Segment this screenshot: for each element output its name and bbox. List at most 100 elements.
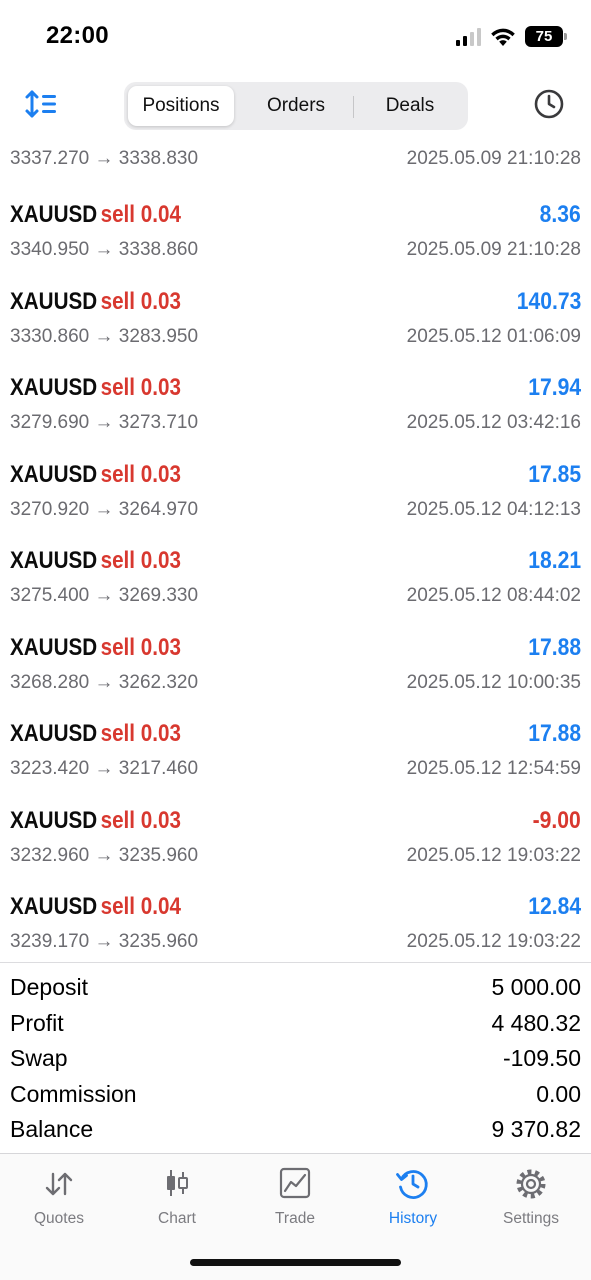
list-item[interactable]: 3337.270 → 3338.830 2025.05.09 21:10:28: [0, 138, 591, 182]
deal-title: XAUUSD sell 0.04: [10, 893, 181, 921]
deal-volume: 0.03: [140, 287, 181, 315]
summary-value: 0.00: [536, 1080, 581, 1107]
deal-time: 2025.05.12 01:06:09: [406, 325, 581, 347]
list-item[interactable]: XAUUSD sell 0.03 -9.00 3232.960 → 3235.96…: [0, 793, 591, 879]
deal-profit: 17.94: [528, 374, 581, 401]
deal-volume: 0.04: [140, 201, 181, 228]
list-item[interactable]: XAUUSD sell 0.04 8.36 3340.950 → 3338.860…: [0, 187, 591, 273]
deal-type: sell: [100, 460, 136, 488]
home-indicator: [190, 1259, 401, 1266]
summary-value: 5 000.00: [491, 974, 581, 1000]
list-item[interactable]: XAUUSD sell 0.03 140.73 3330.860 → 3283.9…: [0, 274, 591, 360]
tab-label: History: [388, 1210, 438, 1227]
deal-type: sell: [100, 720, 136, 747]
deal-profit: 8.36: [539, 201, 581, 228]
tab-positions[interactable]: Positions: [128, 86, 234, 126]
deal-symbol: XAUUSD: [10, 287, 98, 315]
deal-profit: 18.21: [528, 547, 581, 574]
tab-quotes[interactable]: Quotes: [0, 1166, 118, 1230]
battery-level: 75: [535, 28, 553, 45]
deal-profit: 17.85: [528, 460, 581, 488]
deal-symbol: XAUUSD: [10, 374, 98, 401]
deal-time: 2025.05.12 19:03:22: [406, 931, 581, 952]
deal-title: XAUUSD sell 0.03: [10, 634, 181, 662]
tab-deals[interactable]: Deals: [355, 86, 465, 126]
list-item[interactable]: XAUUSD sell 0.03 18.21 3275.400 → 3269.33…: [0, 533, 591, 619]
deal-type: sell: [100, 633, 136, 661]
history-toolbar: Positions Orders Deals: [0, 78, 591, 134]
deal-time: 2025.05.09 21:10:28: [406, 148, 581, 169]
deal-profit: 17.88: [528, 720, 581, 747]
deal-title: XAUUSD sell 0.03: [10, 288, 181, 316]
summary-value: 4 480.32: [491, 1009, 581, 1036]
battery-icon: 75: [525, 26, 567, 47]
list-item[interactable]: XAUUSD sell 0.03 17.88 3223.420 → 3217.46…: [0, 706, 591, 792]
list-item[interactable]: XAUUSD sell 0.04 12.84 3239.170 → 3235.96…: [0, 879, 591, 962]
deal-title: XAUUSD sell 0.03: [10, 547, 181, 575]
deal-prices: 3268.280 → 3262.320: [10, 671, 199, 693]
deal-prices: 3270.920 → 3264.970: [10, 498, 199, 520]
tab-orders[interactable]: Orders: [240, 86, 352, 126]
tab-history[interactable]: History: [354, 1166, 472, 1230]
settings-icon: [516, 1169, 546, 1199]
deal-type: sell: [100, 201, 136, 228]
summary-commission: Commission 0.00: [0, 1077, 591, 1113]
sort-icon[interactable]: [24, 88, 60, 120]
trade-icon: [279, 1167, 311, 1199]
deal-volume: 0.03: [140, 460, 181, 488]
quotes-icon: [45, 1172, 73, 1196]
deal-symbol: XAUUSD: [10, 547, 98, 574]
tab-label: Quotes: [34, 1210, 84, 1227]
summary-profit: Profit 4 480.32: [0, 1006, 591, 1042]
signal-icon: [456, 27, 481, 46]
deal-symbol: XAUUSD: [10, 893, 98, 920]
deal-type: sell: [100, 547, 136, 574]
deal-prices: 3232.960 → 3235.960: [10, 844, 199, 866]
tab-chart[interactable]: Chart: [118, 1166, 236, 1230]
deal-prices: 3275.400 → 3269.330: [10, 585, 199, 606]
summary-divider: [0, 962, 591, 963]
wifi-icon: [491, 28, 515, 46]
deal-time: 2025.05.12 08:44:02: [406, 585, 581, 606]
deal-time: 2025.05.12 04:12:13: [406, 498, 581, 520]
list-item[interactable]: XAUUSD sell 0.03 17.85 3270.920 → 3264.97…: [0, 447, 591, 533]
deal-prices: 3340.950 → 3338.860: [10, 239, 199, 260]
deal-prices: 3223.420 → 3217.460: [10, 758, 199, 779]
deal-profit: -9.00: [532, 806, 581, 834]
deal-type: sell: [100, 374, 136, 401]
list-item[interactable]: XAUUSD sell 0.03 17.88 3268.280 → 3262.32…: [0, 620, 591, 706]
chart-icon: [167, 1170, 188, 1196]
account-summary: Deposit 5 000.00 Profit 4 480.32 Swap -1…: [0, 970, 591, 1148]
deals-list[interactable]: 3337.270 → 3338.830 2025.05.09 21:10:28 …: [0, 138, 591, 962]
deal-symbol: XAUUSD: [10, 460, 98, 488]
deal-symbol: XAUUSD: [10, 806, 98, 834]
tab-settings[interactable]: Settings: [472, 1166, 590, 1230]
deal-type: sell: [100, 893, 136, 920]
deal-volume: 0.03: [140, 633, 181, 661]
deal-time: 2025.05.12 12:54:59: [406, 758, 581, 779]
summary-balance: Balance 9 370.82: [0, 1112, 591, 1148]
clock-icon[interactable]: [533, 88, 565, 120]
tab-trade[interactable]: Trade: [236, 1166, 354, 1230]
deal-title: XAUUSD sell 0.03: [10, 374, 181, 402]
deal-symbol: XAUUSD: [10, 633, 98, 661]
summary-swap: Swap -109.50: [0, 1041, 591, 1077]
tab-label: Trade: [275, 1210, 315, 1227]
summary-value: -109.50: [502, 1045, 581, 1071]
segment-divider: [353, 96, 354, 118]
deal-time: 2025.05.12 03:42:16: [406, 412, 581, 433]
deal-profit: 140.73: [516, 287, 581, 315]
deal-volume: 0.03: [140, 720, 181, 747]
summary-label: Commission: [10, 1080, 137, 1107]
deal-profit: 12.84: [528, 893, 581, 920]
summary-label: Profit: [10, 1009, 64, 1036]
summary-label: Swap: [10, 1045, 68, 1071]
deal-prices: 3239.170 → 3235.960: [10, 931, 199, 952]
tab-label: Settings: [502, 1210, 559, 1227]
status-time: 22:00: [46, 22, 109, 49]
deal-time: 2025.05.09 21:10:28: [406, 239, 581, 260]
history-screen: 22:00 75 Positions Orders Deals 3337.270…: [0, 0, 591, 1280]
deal-type: sell: [100, 287, 136, 315]
list-item[interactable]: XAUUSD sell 0.03 17.94 3279.690 → 3273.71…: [0, 360, 591, 446]
deal-prices: 3337.270 → 3338.830: [10, 148, 199, 169]
